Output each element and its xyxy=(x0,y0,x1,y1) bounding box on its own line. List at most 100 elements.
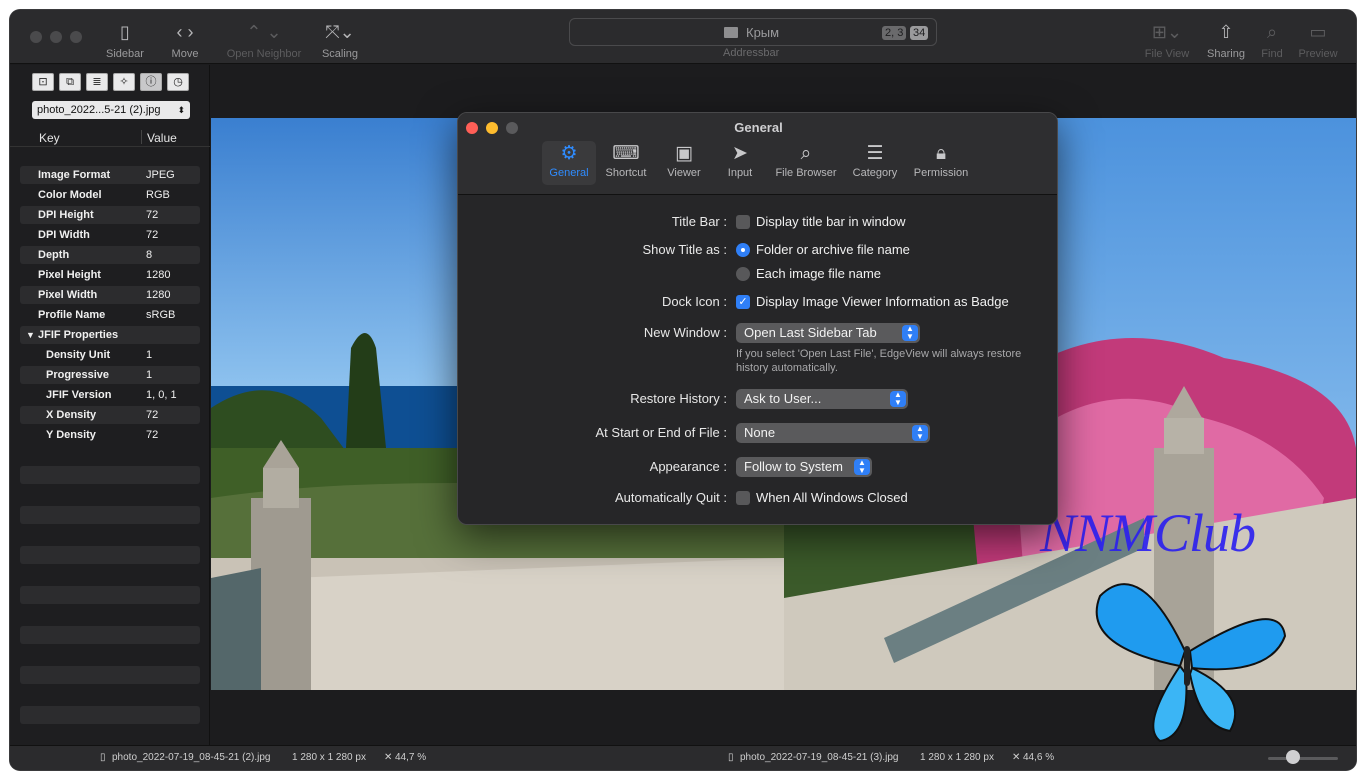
addressbar[interactable]: Крым 2, 3 34 xyxy=(569,18,937,46)
dock-icon-label: Dock Icon : xyxy=(661,294,727,309)
find-button[interactable]: ⌕ Find xyxy=(1258,20,1286,60)
status-right-size: 1 280 x 1 280 px xyxy=(920,752,994,763)
title-bar-option[interactable]: Display title bar in window xyxy=(756,214,906,229)
table-row[interactable]: DPI Height 72 xyxy=(20,206,200,224)
scaling-button[interactable]: ⤧⌄ Scaling xyxy=(316,20,364,60)
search-icon: ⌕ xyxy=(1266,22,1278,42)
open-neighbor-button[interactable]: ⌃ ⌄ Open Neighbor xyxy=(224,20,304,60)
appearance-popup[interactable]: Follow to System ▲ ▼ xyxy=(736,457,872,477)
sidebar-button[interactable]: ▯ Sidebar xyxy=(104,20,146,60)
updown-arrow-icon: ▲ ▼ xyxy=(890,391,906,407)
tab-transform-icon[interactable]: ⧉ xyxy=(59,73,81,91)
updown-arrow-icon: ▲ ▼ xyxy=(902,325,918,341)
empty-row xyxy=(20,706,200,724)
zoom-slider-knob[interactable] xyxy=(1286,750,1300,764)
show-title-label: Show Title as : xyxy=(642,242,727,257)
tab-info-icon[interactable]: ⓘ xyxy=(140,73,162,91)
table-row[interactable]: Pixel Height 1280 xyxy=(20,266,200,284)
zoom-slider-track[interactable] xyxy=(1268,757,1338,760)
butterfly-logo xyxy=(1095,583,1287,743)
show-title-option-image[interactable]: Each image file name xyxy=(756,266,881,281)
dialog-title: General xyxy=(734,120,783,135)
addressbar-label: Addressbar xyxy=(723,47,780,59)
empty-row xyxy=(20,626,200,644)
scaling-arrows-icon: ⤧⌄ xyxy=(325,22,355,42)
tab-magic-wand-icon[interactable]: ✧ xyxy=(113,73,135,91)
tab-category[interactable]: ☰ Category xyxy=(848,141,902,185)
table-row[interactable]: Density Unit 1 xyxy=(20,346,200,364)
file-view-button[interactable]: ⊞⌄ File View xyxy=(1144,20,1190,60)
table-row[interactable]: DPI Width 72 xyxy=(20,226,200,244)
sidebar-icon: ▯ xyxy=(120,22,130,42)
updown-arrow-icon: ▲ ▼ xyxy=(854,459,870,475)
lock-icon: 🔒︎ xyxy=(935,143,947,164)
restore-history-label: Restore History : xyxy=(630,391,727,406)
tab-viewer[interactable]: ▣ Viewer xyxy=(662,141,706,185)
tab-permission[interactable]: 🔒︎ Permission xyxy=(910,141,972,185)
empty-row xyxy=(20,546,200,564)
image-icon: ▣ xyxy=(675,143,693,164)
restore-history-popup[interactable]: Ask to User... ▲ ▼ xyxy=(736,389,908,409)
table-row[interactable]: Pixel Width 1280 xyxy=(20,286,200,304)
auto-quit-label: Automatically Quit : xyxy=(615,490,727,505)
empty-row xyxy=(20,666,200,684)
new-window-label: New Window : xyxy=(643,325,727,340)
status-left-size: 1 280 x 1 280 px xyxy=(292,752,366,763)
move-button[interactable]: ‹ › Move xyxy=(164,20,206,60)
updown-arrow-icon: ▲ ▼ xyxy=(912,425,928,441)
table-row[interactable]: X Density 72 xyxy=(20,406,200,424)
cursor-icon: ➤ xyxy=(732,143,748,164)
start-end-popup[interactable]: None ▲ ▼ xyxy=(736,423,930,443)
dock-icon-option[interactable]: Display Image Viewer Information as Badg… xyxy=(756,294,1009,309)
table-row[interactable]: JFIF Version 1, 0, 1 xyxy=(20,386,200,404)
show-title-radio-folder[interactable] xyxy=(736,243,750,257)
table-row[interactable]: Color Model RGB xyxy=(20,186,200,204)
table-row[interactable]: Y Density 72 xyxy=(20,426,200,444)
folder-search-icon: ⌕ xyxy=(800,143,812,164)
dock-icon-checkbox[interactable]: ✓ xyxy=(736,295,750,309)
page-badge: 2, 3 xyxy=(882,26,907,40)
status-right-zoom: 44,6 % xyxy=(1023,752,1055,763)
show-title-option-folder[interactable]: Folder or archive file name xyxy=(756,242,910,257)
file-icon-left: ▯ xyxy=(100,752,106,763)
table-row[interactable]: Progressive 1 xyxy=(20,366,200,384)
sharing-button[interactable]: ⇧ Sharing xyxy=(1202,20,1250,60)
table-row[interactable]: Image Format JPEG xyxy=(20,166,200,184)
empty-row xyxy=(20,506,200,524)
folder-icon xyxy=(724,27,738,38)
title-bar-checkbox[interactable] xyxy=(736,215,750,229)
disclosure-triangle-icon[interactable]: ▼ xyxy=(26,326,35,344)
zoom-icon-left: ✕ xyxy=(384,752,393,763)
minimize-window-button[interactable] xyxy=(50,31,62,43)
sidebar: ⊡ ⧉ ≣ ✧ ⓘ ◷ photo_2022...5-21 (2).jpg ⬍ … xyxy=(10,65,210,745)
file-icon-right: ▯ xyxy=(728,752,734,763)
file-select[interactable]: photo_2022...5-21 (2).jpg ⬍ xyxy=(32,101,190,119)
zoom-icon-right: ✕ xyxy=(1012,752,1021,763)
tab-general[interactable]: ⚙ General xyxy=(542,141,596,185)
tab-file-browser[interactable]: ⌕ File Browser xyxy=(770,141,842,185)
new-window-popup[interactable]: Open Last Sidebar Tab ▲ ▼ xyxy=(736,323,920,343)
close-window-button[interactable] xyxy=(30,31,42,43)
tab-input[interactable]: ➤ Input xyxy=(720,141,760,185)
auto-quit-option[interactable]: When All Windows Closed xyxy=(756,490,908,505)
keyboard-icon: ⌨ xyxy=(612,143,640,164)
tab-clock-icon[interactable]: ◷ xyxy=(167,73,189,91)
address-title: Крым xyxy=(746,25,780,40)
preview-button[interactable]: ▭ Preview xyxy=(1296,20,1340,60)
share-icon: ⇧ xyxy=(1218,22,1234,42)
status-right-file: photo_2022-07-19_08-45-21 (3).jpg xyxy=(740,752,899,763)
toolbar: ▯ Sidebar ‹ › Move ⌃ ⌄ Open Neighbor ⤧⌄ … xyxy=(10,10,1356,64)
show-title-radio-image[interactable] xyxy=(736,267,750,281)
appearance-label: Appearance : xyxy=(649,459,727,474)
group-row-jfif[interactable]: ▼ JFIF Properties xyxy=(20,326,200,344)
tab-list-icon[interactable]: ≣ xyxy=(86,73,108,91)
zoom-window-button[interactable] xyxy=(70,31,82,43)
tab-image-icon[interactable]: ⊡ xyxy=(32,73,54,91)
grid-icon: ⊞⌄ xyxy=(1151,22,1183,42)
tab-shortcut[interactable]: ⌨ Shortcut xyxy=(600,141,652,185)
preview-panel-icon: ▭ xyxy=(1309,22,1327,42)
table-row[interactable]: Depth 8 xyxy=(20,246,200,264)
auto-quit-checkbox[interactable] xyxy=(736,491,750,505)
table-row[interactable]: Profile Name sRGB xyxy=(20,306,200,324)
dialog-header: General ⚙ General ⌨ Shortcut ▣ Viewer ➤ … xyxy=(458,113,1057,195)
